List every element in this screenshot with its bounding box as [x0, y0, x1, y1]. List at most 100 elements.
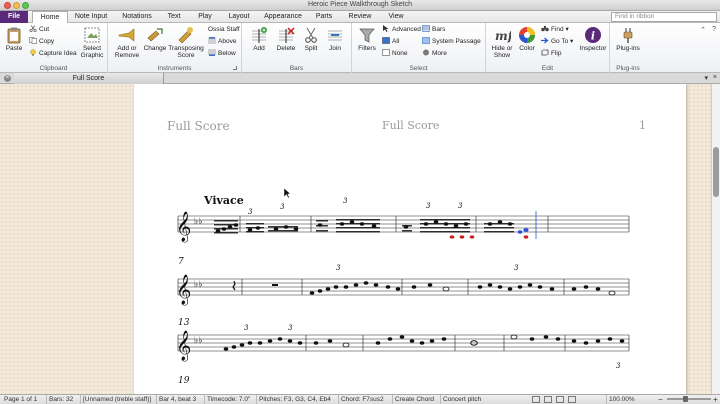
bars-group-label: Bars — [289, 65, 304, 72]
more-icon — [423, 49, 429, 56]
split-bar-button[interactable]: Split — [300, 26, 322, 52]
tab-parts[interactable]: Parts — [312, 11, 336, 23]
join-bar-button[interactable]: Join — [324, 26, 346, 52]
svg-text:3: 3 — [280, 203, 285, 211]
paste-button[interactable]: Paste — [2, 26, 26, 52]
zoom-slider[interactable] — [667, 398, 711, 400]
copy-button[interactable]: Copy — [29, 37, 54, 46]
view-scroll-icon[interactable] — [556, 396, 564, 403]
hide-show-label: Hide or Show — [491, 45, 513, 59]
flip-button[interactable]: Flip — [541, 49, 561, 58]
dialog-launcher-icon[interactable] — [233, 66, 237, 70]
cut-button[interactable]: Cut — [29, 25, 49, 34]
quarter-rest — [232, 280, 236, 291]
filters-button[interactable]: Filters — [355, 26, 379, 52]
score-canvas[interactable]: Full Score Full Score 1 Vivace 7 13 19 𝄞… — [0, 84, 711, 394]
tab-layout[interactable]: Layout — [224, 11, 254, 23]
view-panorama-icon[interactable] — [568, 396, 576, 403]
hide-show-button[interactable]: mf Hide or Show — [488, 26, 516, 59]
transposing-score-button[interactable]: Transposing Score — [168, 26, 204, 59]
close-tab-icon[interactable]: × — [4, 75, 11, 82]
capture-idea-button[interactable]: Capture Idea — [29, 49, 77, 58]
select-graphic-button[interactable]: Select Graphic — [78, 26, 106, 59]
status-position: Bar 4, beat 3 — [156, 395, 196, 404]
ossia-staff-button[interactable]: Ossia Staff — [208, 25, 240, 34]
document-tab[interactable]: Full Score — [14, 73, 164, 84]
tab-list-icon[interactable]: ▾ — [704, 74, 708, 82]
select-bars-button[interactable]: Bars — [422, 25, 445, 34]
scrollbar-thumb[interactable] — [713, 147, 719, 197]
delete-bar-label: Delete — [276, 45, 296, 52]
more-label: More — [432, 50, 447, 57]
ribbon-search-input[interactable]: Find in ribbon — [611, 12, 717, 22]
view-buttons — [532, 396, 576, 403]
tab-appearance[interactable]: Appearance — [262, 11, 304, 23]
svg-text:i: i — [591, 30, 595, 43]
zoom-slider-knob[interactable] — [683, 396, 688, 402]
ossia-above-button[interactable]: Above — [208, 37, 236, 46]
select-graphic-label: Select Graphic — [80, 45, 104, 59]
treble-clef-3: 𝄞 — [176, 330, 191, 362]
find-label: Find — [551, 26, 564, 33]
svg-text:3: 3 — [248, 208, 253, 216]
concert-pitch-toggle[interactable]: Concert pitch — [440, 395, 481, 404]
close-document-icon[interactable]: × — [713, 74, 717, 81]
key-signature-2: ♭♭ — [194, 280, 203, 290]
flip-label: Flip — [551, 50, 562, 57]
tab-play[interactable]: Play — [194, 11, 216, 23]
zoom-in-icon[interactable]: + — [713, 395, 718, 404]
tab-notations[interactable]: Notations — [118, 11, 156, 23]
add-bar-label: Add — [253, 45, 265, 52]
inspector-button[interactable]: i Inspector — [578, 26, 608, 52]
tab-view[interactable]: View — [384, 11, 408, 23]
color-wheel-icon — [519, 27, 535, 43]
add-bar-button[interactable]: Add — [248, 26, 270, 52]
ossia-below-button[interactable]: Below — [208, 49, 236, 58]
add-remove-instruments-button[interactable]: Add or Remove — [111, 26, 143, 59]
system-passage-button[interactable]: System Passage — [422, 37, 481, 46]
ribbon-collapse-icon[interactable]: ⌃ — [700, 26, 706, 34]
bars-label: Bars — [432, 26, 446, 33]
treble-clef-1: 𝄞 — [176, 211, 191, 243]
find-button[interactable]: Find ▾ — [541, 25, 569, 34]
zoom-out-icon[interactable]: − — [658, 395, 663, 404]
instruments-group: Add or Remove Change Transposing Score O… — [108, 23, 242, 73]
go-to-button[interactable]: Go To ▾ — [541, 37, 573, 46]
score-page: Full Score Full Score 1 Vivace 7 13 19 𝄞… — [134, 84, 686, 394]
select-more-button[interactable]: More — [422, 49, 447, 58]
status-bar: Page 1 of 1 Bars: 32 [Unnamed (treble st… — [0, 394, 720, 404]
tab-note-input[interactable]: Note Input — [72, 11, 110, 23]
plug-icon — [623, 28, 633, 43]
zoom-level: 100.00% — [606, 395, 635, 404]
advanced-select-icon — [383, 25, 389, 32]
arrow-right-icon — [541, 37, 549, 44]
color-button[interactable]: Color — [516, 26, 538, 52]
info-icon: i — [585, 27, 601, 43]
tab-file[interactable]: File — [0, 11, 28, 23]
delete-bar-button[interactable]: Delete — [274, 26, 298, 52]
tab-review[interactable]: Review — [344, 11, 376, 23]
select-all-button[interactable]: All — [382, 37, 399, 46]
status-page: Page 1 of 1 — [4, 396, 38, 403]
funnel-icon — [359, 28, 375, 43]
select-none-button[interactable]: None — [382, 49, 408, 58]
change-instrument-button[interactable]: Change — [142, 26, 168, 52]
split-label: Split — [304, 45, 318, 52]
view-single-page-icon[interactable] — [544, 396, 552, 403]
create-chord-button[interactable]: Create Chord — [392, 395, 434, 404]
select-group-label: Select — [409, 65, 428, 72]
select-advanced-button[interactable]: Advanced — [382, 25, 421, 34]
view-spreads-icon[interactable] — [532, 396, 540, 403]
status-bars: Bars: 32 — [46, 395, 73, 404]
split-icon — [305, 27, 317, 43]
vertical-scrollbar[interactable] — [711, 84, 720, 394]
go-to-label: Go To — [551, 38, 569, 45]
plugins-button[interactable]: Plug-ins — [614, 26, 642, 52]
capture-idea-label: Capture Idea — [39, 50, 77, 57]
key-signature-1: ♭♭ — [194, 217, 203, 227]
copy-label: Copy — [39, 38, 55, 45]
help-icon[interactable]: ? — [712, 26, 716, 33]
tab-text[interactable]: Text — [162, 11, 186, 23]
mouse-pointer-icon — [283, 187, 291, 199]
clipboard-group-label: Clipboard — [39, 65, 68, 72]
